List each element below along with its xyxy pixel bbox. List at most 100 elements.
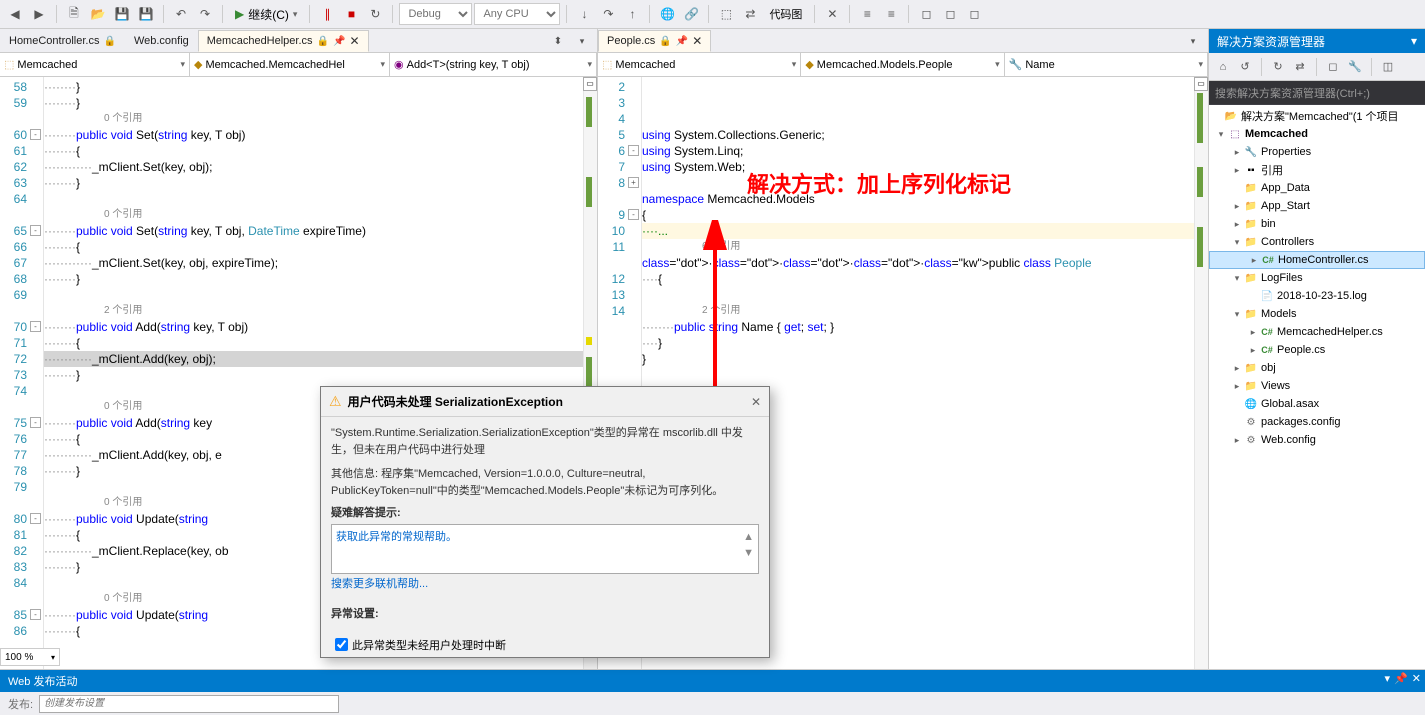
solution-root[interactable]: 📂解决方案"Memcached"(1 个项目 [1209,107,1425,125]
tree-item[interactable]: ▸C#HomeController.cs [1209,251,1425,269]
solution-search[interactable]: 搜索解决方案资源管理器(Ctrl+;) [1209,81,1425,105]
home-icon[interactable]: ⌂ [1213,57,1233,77]
lock-icon: 🔒 [103,36,115,47]
nav-project-dropdown[interactable]: ⬚Memcached [598,53,801,76]
undo-icon[interactable]: ↶ [170,3,192,25]
tree-item[interactable]: ▾📁Models [1209,305,1425,323]
tab-HomeController.cs[interactable]: HomeController.cs 🔒 [0,30,125,52]
fold-icon[interactable]: - [30,513,41,524]
nav-member-dropdown[interactable]: 🔧Name [1005,53,1208,76]
tree-item[interactable]: ▾📁Controllers [1209,233,1425,251]
tab-People.cs[interactable]: People.cs 🔒 📌 ✕ [598,30,711,52]
properties-icon[interactable]: 🔧 [1345,57,1365,77]
view-icon[interactable]: ◫ [1378,57,1398,77]
split-icon[interactable]: ▭ [583,77,597,91]
fold-icon[interactable]: - [30,321,41,332]
redo-icon[interactable]: ↷ [194,3,216,25]
tree-item[interactable]: ⚙packages.config [1209,413,1425,431]
split-icon[interactable]: ▭ [1194,77,1208,91]
step-over-icon[interactable]: ↷ [597,3,619,25]
new-icon[interactable]: 🗎 [63,3,85,25]
tree-item[interactable]: ▸▪▪引用 [1209,161,1425,179]
solution-explorer: 解决方案资源管理器▾ ⌂ ↺ ↻ ⇄ ◻ 🔧 ◫ 搜索解决方案资源管理器(Ctr… [1209,29,1425,669]
search-link[interactable]: 搜索更多联机帮助... [331,578,428,590]
tree-item[interactable]: ▾⬚Memcached [1209,125,1425,143]
tab-dropdown-icon[interactable]: ▾ [571,30,593,52]
stop-debug-icon[interactable]: ■ [340,3,362,25]
indent-icon[interactable]: ≡ [856,3,878,25]
fold-icon[interactable]: + [628,177,639,188]
refresh-icon[interactable]: ↻ [1268,57,1288,77]
tab-Web.config[interactable]: Web.config [125,30,198,52]
nav-class-dropdown[interactable]: ◆Memcached.Models.People [801,53,1004,76]
break-checkbox[interactable]: 此异常类型未经用户处理时中断 [335,637,755,653]
link-icon[interactable]: 🔗 [680,3,702,25]
toggle-icon[interactable]: ✕ [821,3,843,25]
outdent-icon[interactable]: ≡ [880,3,902,25]
play-icon: ▶ [235,7,244,21]
tree-item[interactable]: ▸C#People.cs [1209,341,1425,359]
close-icon[interactable]: ✕ [349,34,359,48]
sync-icon[interactable]: ⇄ [1290,57,1310,77]
open-icon[interactable]: 📂 [87,3,109,25]
back-icon[interactable]: ◀ [4,3,26,25]
nav-class-dropdown[interactable]: ◆Memcached.MemcachedHel [190,53,390,76]
tree-item[interactable]: ▸📁App_Start [1209,197,1425,215]
solution-tree[interactable]: 📂解决方案"Memcached"(1 个项目 ▾⬚Memcached▸🔧Prop… [1209,105,1425,669]
save-icon[interactable]: 💾 [111,3,133,25]
tab-overflow-icon[interactable]: ⬍ [547,30,569,52]
tree-item[interactable]: 🌐Global.asax [1209,395,1425,413]
uncomment-icon[interactable]: ◻ [963,3,985,25]
save-all-icon[interactable]: 💾 [135,3,157,25]
fold-icon[interactable]: - [628,209,639,220]
tree-item[interactable]: ▸📁obj [1209,359,1425,377]
nav-member-dropdown[interactable]: ◉Add<T>(string key, T obj) [390,53,597,76]
tree-item[interactable]: 📄2018-10-23-15.log [1209,287,1425,305]
graph-icon[interactable]: ⬚ [715,3,737,25]
show-icon[interactable]: ◻ [1323,57,1343,77]
fold-icon[interactable]: - [30,129,41,140]
close-icon[interactable]: ✕ [751,395,761,409]
codemap-label[interactable]: 代码图 [763,6,808,22]
break-checkbox-input[interactable] [335,638,348,651]
fold-icon[interactable]: - [628,145,639,156]
tree-item[interactable]: ▸⚙Web.config [1209,431,1425,449]
tab-MemcachedHelper.cs[interactable]: MemcachedHelper.cs 🔒 📌 ✕ [198,30,369,52]
tree-item[interactable]: ▾📁LogFiles [1209,269,1425,287]
nav-project-dropdown[interactable]: ⬚Memcached [0,53,190,76]
publish-input[interactable] [39,695,339,713]
step-out-icon[interactable]: ↑ [621,3,643,25]
stop-icon[interactable]: ∥ [316,3,338,25]
pin-icon[interactable]: 📌 [333,36,345,47]
tree-item[interactable]: ▸📁bin [1209,215,1425,233]
restart-icon[interactable]: ↻ [364,3,386,25]
hierarchy-icon[interactable]: ⇄ [739,3,761,25]
dialog-header: ⚠ 用户代码未处理 SerializationException ✕ [321,387,769,417]
tree-item[interactable]: 📁App_Data [1209,179,1425,197]
continue-button[interactable]: ▶ 继续(C) ▾ [229,3,303,25]
dropdown-icon[interactable]: ▾ [1385,672,1391,685]
config-dropdown[interactable]: Debug [399,3,472,25]
tree-item[interactable]: ▸🔧Properties [1209,143,1425,161]
fold-icon[interactable]: - [30,609,41,620]
tab-dropdown-icon[interactable]: ▾ [1182,30,1204,52]
tree-item[interactable]: ▸📁Views [1209,377,1425,395]
comment-icon[interactable]: ◻ [939,3,961,25]
zoom-level[interactable]: 100 %▾ [0,648,60,666]
step-into-icon[interactable]: ↓ [573,3,595,25]
close-icon[interactable]: ✕ [1412,672,1421,685]
fold-icon[interactable]: - [30,417,41,428]
pin-icon[interactable]: 📌 [1394,672,1408,685]
forward-icon[interactable]: ▶ [28,3,50,25]
platform-dropdown[interactable]: Any CPU [474,3,560,25]
bookmark-icon[interactable]: ◻ [915,3,937,25]
fold-icon[interactable]: - [30,225,41,236]
lock-icon: 🔒 [659,36,671,47]
browser-icon[interactable]: 🌐 [656,3,678,25]
pin-icon[interactable]: 📌 [676,36,688,47]
help-link[interactable]: 获取此异常的常规帮助。 [336,531,457,543]
close-icon[interactable]: ✕ [692,34,702,48]
collapse-icon[interactable]: ↺ [1235,57,1255,77]
left-tabs: HomeController.cs 🔒Web.configMemcachedHe… [0,29,597,53]
tree-item[interactable]: ▸C#MemcachedHelper.cs [1209,323,1425,341]
